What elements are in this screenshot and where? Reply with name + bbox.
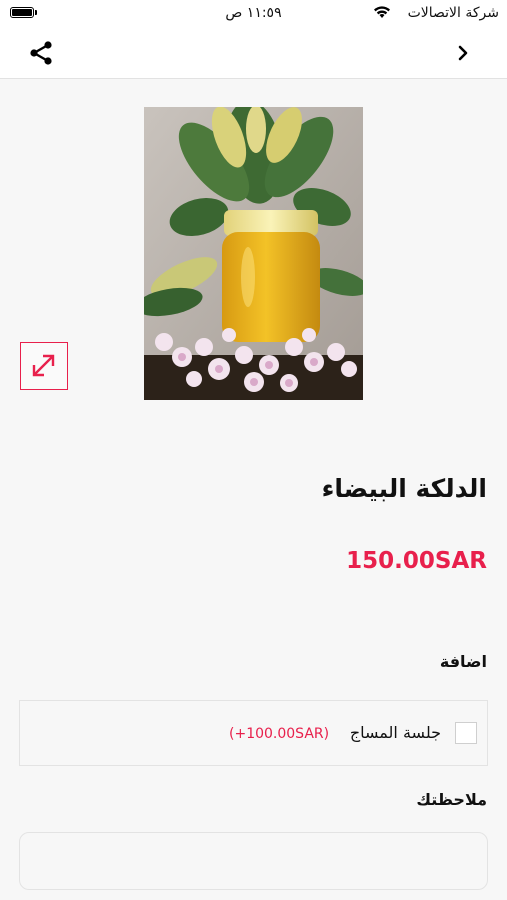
wifi-icon: [374, 6, 390, 18]
notes-input[interactable]: [19, 832, 488, 890]
share-icon[interactable]: [27, 39, 55, 67]
addon-price: (+100.00SAR): [229, 726, 330, 742]
product-photo: [144, 107, 363, 400]
product-image[interactable]: [144, 107, 363, 400]
carrier-name: شركة الاتصالات: [407, 5, 499, 21]
addon-checkbox[interactable]: [455, 722, 477, 744]
addon-label: جلسة المساج: [349, 723, 441, 742]
nav-bar: [0, 28, 507, 79]
product-price: 150.00SAR: [346, 548, 487, 574]
status-bar: ١١:٥٩ ص شركة الاتصالات: [0, 0, 507, 28]
chevron-right-icon[interactable]: [451, 41, 475, 65]
product-title: الدلكة البيضاء: [321, 474, 487, 503]
expand-arrows-icon: [32, 354, 55, 377]
addons-heading: اضافة: [439, 652, 487, 671]
expand-image-button[interactable]: [20, 342, 68, 390]
notes-heading: ملاحظتك: [416, 790, 487, 809]
addon-option[interactable]: جلسة المساج (+100.00SAR): [19, 700, 488, 766]
